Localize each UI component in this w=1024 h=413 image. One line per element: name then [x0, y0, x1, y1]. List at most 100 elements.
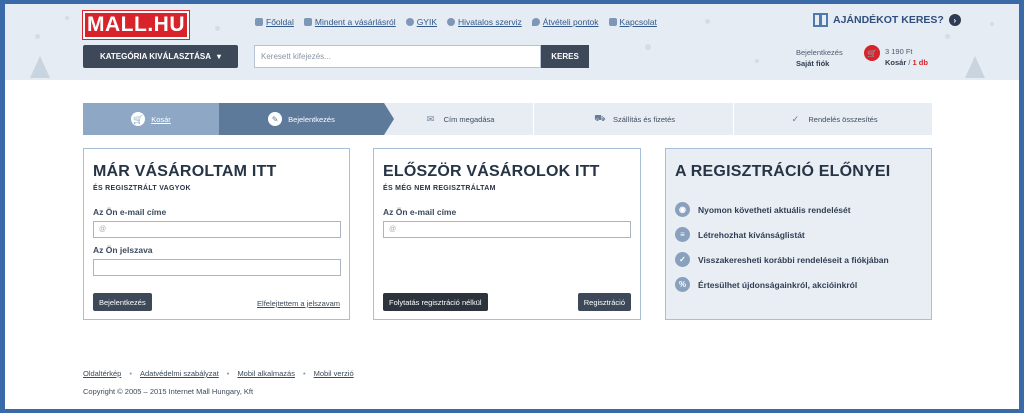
- nav-label: Hivatalos szerviz: [458, 17, 522, 27]
- email-field[interactable]: @: [383, 221, 631, 238]
- snowflake-icon: [755, 59, 759, 63]
- email-label: Az Ön e-mail címe: [93, 207, 167, 217]
- nav-home[interactable]: Főoldal: [255, 17, 294, 27]
- panel-title: A REGISZTRÁCIÓ ELŐNYEI: [675, 163, 891, 180]
- snowflake-icon: [35, 34, 40, 39]
- snowflake-icon: [705, 19, 710, 24]
- mail-icon: [608, 18, 617, 26]
- footer-links: Oldaltérkép • Adatvédelmi szabályzat • M…: [83, 369, 354, 378]
- mall-logo[interactable]: MALL.HU: [82, 10, 190, 40]
- my-account-link[interactable]: Saját fiók: [796, 58, 843, 69]
- returning-customer-panel: MÁR VÁSÁROLTAM ITT ÉS REGISZTRÁLT VAGYOK…: [83, 148, 350, 320]
- footer-link-privacy[interactable]: Adatvédelmi szabályzat: [140, 369, 219, 378]
- separator-dot: •: [226, 369, 230, 378]
- step-label: Cím megadása: [443, 114, 495, 124]
- cart-icon[interactable]: 🛒: [864, 45, 880, 61]
- list-item: ◉ Nyomon követheti aktuális rendelését: [675, 197, 889, 222]
- step-login: ✎ Bejelentkezés: [219, 103, 394, 135]
- snowflake-icon: [65, 16, 69, 20]
- list-item: % Értesülhet újdonságainkról, akcióinkról: [675, 272, 889, 297]
- cart-label: Kosár: [885, 58, 907, 67]
- list-item: ✓ Visszakeresheti korábbi rendeléseit a f…: [675, 247, 889, 272]
- cart-summary[interactable]: 3 190 Ft Kosár / 1 db: [885, 46, 928, 68]
- separator-dot: •: [129, 369, 132, 378]
- separator-dot: •: [302, 369, 306, 378]
- step-label: Bejelentkezés: [288, 114, 335, 124]
- footer-link-mobile-app[interactable]: Mobil alkalmazás: [237, 369, 295, 378]
- category-select-button[interactable]: KATEGÓRIA KIVÁLASZTÁSA ▾: [83, 45, 238, 68]
- panel-title: ELŐSZÖR VÁSÁROLOK ITT: [383, 163, 600, 180]
- step-label: Szállítás és fizetés: [612, 114, 676, 124]
- cart-count: 1 db: [912, 58, 928, 67]
- pencil-icon: ✎: [268, 112, 283, 126]
- site-header: MALL.HU Főoldal Mindent a vásárlásról GY…: [5, 4, 1019, 80]
- login-button[interactable]: Bejelentkezés: [93, 293, 152, 311]
- tree-icon: [965, 56, 985, 78]
- checkout-steps: 🛒 Kosár ✎ Bejelentkezés ✉ Cím megadása ⛟…: [83, 103, 932, 135]
- forgot-password-link[interactable]: Elfelejtettem a jelszavam: [257, 299, 340, 308]
- benefit-label: Értesülhet újdonságainkról, akcióinkról: [698, 279, 858, 290]
- envelope-icon: ✉: [426, 113, 435, 124]
- nav-shopping-info[interactable]: Mindent a vásárlásról: [303, 17, 396, 27]
- snowflake-icon: [990, 22, 994, 26]
- step-label: Kosár: [151, 114, 171, 124]
- step-summary: ✓ Rendelés összesítés: [734, 103, 932, 135]
- check-icon: ✓: [675, 252, 690, 267]
- nav-faq[interactable]: GYIK: [405, 17, 437, 27]
- gift-icon: [813, 13, 828, 27]
- footer-link-sitemap[interactable]: Oldaltérkép: [83, 369, 121, 378]
- tree-icon: [30, 56, 50, 78]
- snowflake-icon: [215, 26, 220, 31]
- nav-label: Átvételi pontok: [542, 17, 599, 27]
- page-frame: MALL.HU Főoldal Mindent a vásárlásról GY…: [5, 4, 1019, 409]
- nav-pickup-points[interactable]: Átvételi pontok: [531, 17, 599, 27]
- benefits-list: ◉ Nyomon követheti aktuális rendelését ≡ L…: [675, 197, 889, 297]
- gift-search-link[interactable]: AJÁNDÉKOT KERES? ›: [813, 13, 961, 27]
- footer-link-mobile-version[interactable]: Mobil verzió: [314, 369, 354, 378]
- panel-subtitle: ÉS REGISZTRÁLT VAGYOK: [93, 185, 191, 192]
- truck-icon: ⛟: [594, 113, 606, 123]
- continue-without-registration-button[interactable]: Folytatás regisztráció nélkül: [383, 293, 488, 311]
- panel-subtitle: ÉS MÉG NEM REGISZTRÁLTAM: [383, 185, 496, 192]
- percent-icon: %: [675, 277, 690, 292]
- cart-icon: 🛒: [131, 112, 146, 126]
- search-input[interactable]: Keresett kifejezés...: [254, 45, 541, 68]
- chevron-right-icon: ›: [948, 14, 961, 26]
- step-label: Rendelés összesítés: [808, 114, 878, 124]
- step-address: ✉ Cím megadása: [384, 103, 534, 135]
- snowflake-icon: [645, 44, 651, 50]
- nav-label: Mindent a vásárlásról: [314, 17, 396, 27]
- account-menu[interactable]: Bejelentkezés Saját fiók: [796, 47, 843, 69]
- nav-contact[interactable]: Kapcsolat: [608, 17, 657, 27]
- nav-service[interactable]: Hivatalos szerviz: [447, 17, 522, 27]
- snowflake-icon: [945, 34, 950, 39]
- gift-label: AJÁNDÉKOT KERES?: [833, 14, 944, 26]
- login-link[interactable]: Bejelentkezés: [796, 47, 843, 58]
- step-cart[interactable]: 🛒 Kosár: [83, 103, 219, 135]
- copyright: Copyright © 2005 – 2015 Internet Mall Hu…: [83, 387, 254, 396]
- register-button[interactable]: Regisztráció: [577, 293, 631, 311]
- panel-title: MÁR VÁSÁROLTAM ITT: [93, 163, 277, 180]
- email-field[interactable]: @: [93, 221, 341, 238]
- gear-icon: [447, 18, 455, 26]
- password-field[interactable]: [93, 259, 341, 276]
- nav-label: Főoldal: [266, 17, 294, 27]
- home-icon: [255, 18, 263, 26]
- help-icon: [405, 18, 414, 26]
- benefit-label: Visszakeresheti korábbi rendeléseit a fi…: [698, 254, 889, 265]
- category-button-label: KATEGÓRIA KIVÁLASZTÁSA: [99, 52, 212, 61]
- password-label: Az Ön jelszava: [93, 245, 153, 255]
- list-icon: ≡: [675, 227, 690, 242]
- nav-label: Kapcsolat: [619, 17, 657, 27]
- list-item: ≡ Létrehozhat kívánságlistát: [675, 222, 889, 247]
- nav-label: GYIK: [416, 17, 437, 27]
- check-icon: ✓: [791, 113, 800, 124]
- map-pin-icon: [531, 18, 540, 26]
- benefit-label: Létrehozhat kívánságlistát: [698, 229, 805, 240]
- benefit-label: Nyomon követheti aktuális rendelését: [698, 204, 851, 215]
- chevron-down-icon: ▾: [217, 52, 222, 61]
- cart-icon: [303, 18, 312, 26]
- eye-icon: ◉: [675, 202, 690, 217]
- search-button[interactable]: KERES: [541, 45, 589, 68]
- new-customer-panel: ELŐSZÖR VÁSÁROLOK ITT ÉS MÉG NEM REGISZT…: [373, 148, 641, 320]
